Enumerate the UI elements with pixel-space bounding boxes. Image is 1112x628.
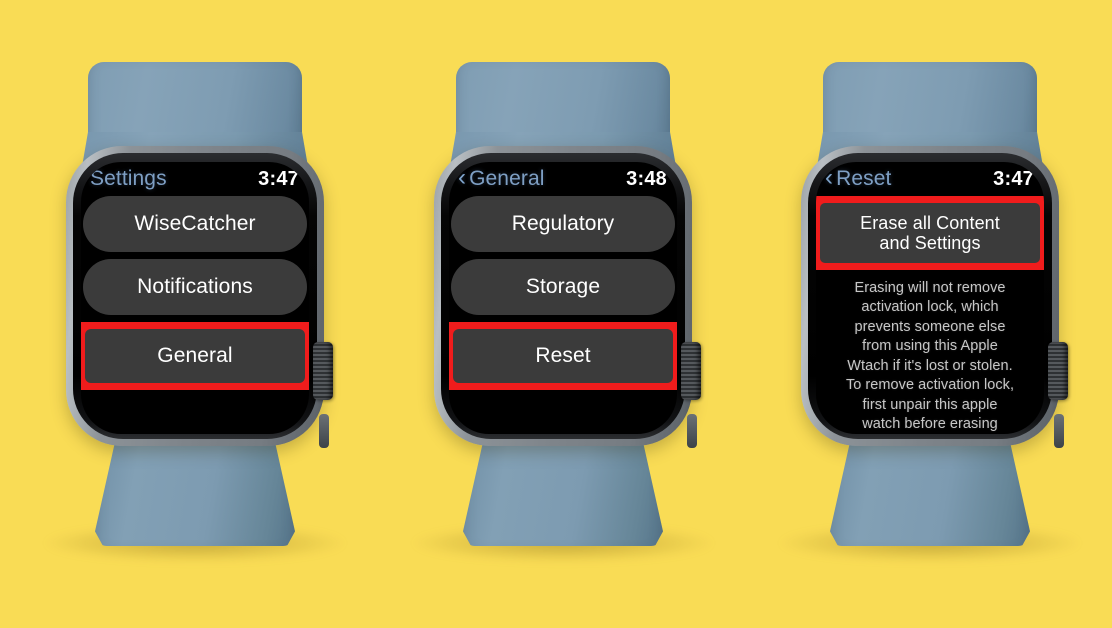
list-item-regulatory[interactable]: Regulatory xyxy=(451,196,675,252)
digital-crown-icon[interactable] xyxy=(1048,342,1068,400)
description-line: prevents someone else xyxy=(854,318,1006,335)
description-line: activation lock, which xyxy=(861,299,999,316)
list-item-label-wrap: Erase all Content and Settings xyxy=(860,213,1000,253)
watch-screen-reset: ‹ Reset 3:47 Erase all Content and Setti… xyxy=(816,162,1044,434)
list-item-label: Reset xyxy=(535,344,591,368)
side-button-icon[interactable] xyxy=(319,414,329,448)
list-item-label-line1: Erase all Content xyxy=(860,212,1000,233)
clock-label: 3:48 xyxy=(626,167,667,190)
list-item-label: WiseCatcher xyxy=(134,212,256,236)
settings-list: WiseCatcher Notifications General xyxy=(81,196,309,390)
nav-title-label: General xyxy=(469,167,545,190)
erase-description-text: Erasing will not remove activation lock,… xyxy=(816,270,1044,434)
digital-crown-icon[interactable] xyxy=(313,342,333,400)
nav-title[interactable]: Settings xyxy=(90,167,167,191)
nav-title-label: Reset xyxy=(836,167,892,190)
list-item-erase-all-content-and-settings[interactable]: Erase all Content and Settings xyxy=(820,203,1040,263)
watch-screen-general: ‹ General 3:48 Regulatory Storage Reset xyxy=(449,162,677,434)
nav-back-button[interactable]: ‹ Reset xyxy=(825,164,892,191)
status-bar: Settings 3:47 xyxy=(81,162,309,196)
chevron-left-icon: ‹ xyxy=(825,164,834,191)
highlight-box-erase: Erase all Content and Settings xyxy=(816,196,1044,270)
list-item-general[interactable]: General xyxy=(85,329,305,383)
clock-label: 3:47 xyxy=(993,167,1034,190)
highlight-box-general: General xyxy=(81,322,309,390)
description-line: first unpair this apple xyxy=(862,396,998,413)
description-line: from using this Apple xyxy=(862,338,998,355)
apple-watch-general: ‹ General 3:48 Regulatory Storage Reset xyxy=(378,0,748,628)
watch-screen-settings: Settings 3:47 WiseCatcher Notifications … xyxy=(81,162,309,434)
description-line: Erasing will not remove xyxy=(854,280,1006,296)
chevron-left-icon: ‹ xyxy=(458,164,467,191)
list-item-label: Storage xyxy=(525,275,601,299)
clock-label: 3:47 xyxy=(258,167,299,190)
list-item-label-line2: and Settings xyxy=(879,233,981,253)
list-item-label: Regulatory xyxy=(511,212,615,236)
general-list: Regulatory Storage Reset xyxy=(449,196,677,390)
list-item-storage[interactable]: Storage xyxy=(451,259,675,315)
apple-watch-settings: Settings 3:47 WiseCatcher Notifications … xyxy=(10,0,380,628)
description-line: To remove activation lock, xyxy=(845,377,1015,394)
digital-crown-icon[interactable] xyxy=(681,342,701,400)
list-item-label: General xyxy=(157,344,233,368)
list-item-wisecatcher[interactable]: WiseCatcher xyxy=(83,196,307,252)
status-bar: ‹ General 3:48 xyxy=(449,162,677,196)
nav-title-label: Settings xyxy=(90,167,167,190)
list-item-label: Notifications xyxy=(137,275,253,299)
description-line: Wtach if it's lost or stolen. xyxy=(847,357,1013,374)
side-button-icon[interactable] xyxy=(1054,414,1064,448)
apple-watch-reset: ‹ Reset 3:47 Erase all Content and Setti… xyxy=(745,0,1112,628)
highlight-box-reset: Reset xyxy=(449,322,677,390)
description-line: watch before erasing xyxy=(862,415,998,432)
list-item-notifications[interactable]: Notifications xyxy=(83,259,307,315)
status-bar: ‹ Reset 3:47 xyxy=(816,162,1044,196)
side-button-icon[interactable] xyxy=(687,414,697,448)
list-item-reset[interactable]: Reset xyxy=(453,329,673,383)
reset-list: Erase all Content and Settings Erasing w… xyxy=(816,196,1044,434)
nav-back-button[interactable]: ‹ General xyxy=(458,164,545,191)
screenshot-stage: Settings 3:47 WiseCatcher Notifications … xyxy=(0,0,1112,628)
